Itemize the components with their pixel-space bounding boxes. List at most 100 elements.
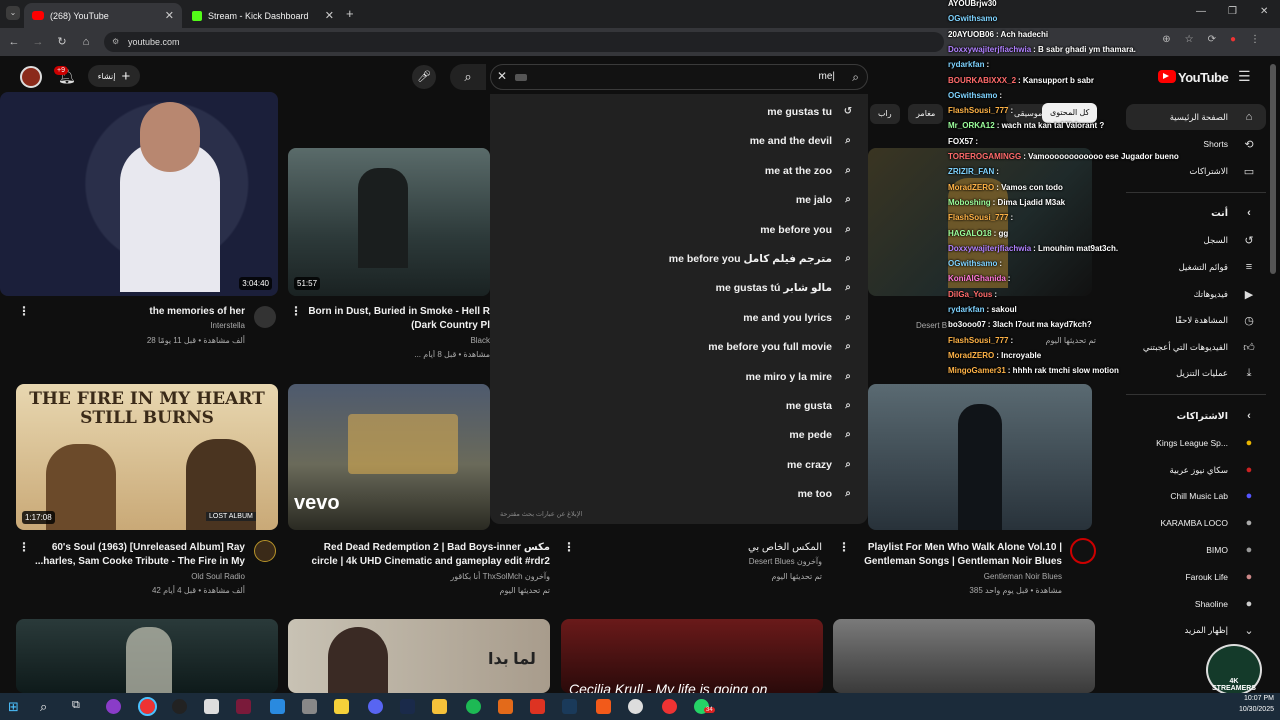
sidebar-item-playlists[interactable]: قوائم التشغيل ≡ (1179, 257, 1256, 277)
taskbar-app-icon[interactable] (562, 699, 577, 714)
video-title[interactable]: المكس الخاص بي (582, 541, 822, 554)
clock-date[interactable]: 10/30/2025 (1224, 706, 1274, 713)
video-thumbnail[interactable]: 3:04:40 (0, 92, 278, 296)
search-suggestion[interactable]: me crazy ⌕ (787, 453, 854, 477)
tab-kick[interactable]: Stream - Kick Dashboard ✕ (184, 3, 342, 28)
search-suggestion[interactable]: me gustas tu ↺ (767, 100, 854, 124)
channel-name[interactable]: أنا بكاقور ThxSolMch وآخرون (292, 572, 550, 581)
channel-avatar[interactable] (254, 306, 276, 328)
search-suggestion[interactable]: me before you full movie ⌕ (708, 335, 854, 359)
video-title[interactable]: 60's Soul (1963) [Unreleased Album] Ray (30, 541, 245, 554)
steam-icon[interactable] (400, 699, 415, 714)
sidebar-show-more[interactable]: إظهار المزيد ⌄ (1185, 620, 1256, 640)
video-thumbnail[interactable]: THE FIRE IN MY HEART STILL BURNS LOST AL… (16, 384, 278, 530)
close-window-icon[interactable]: ✕ (1260, 6, 1268, 17)
search-suggestion[interactable]: me jalo ⌕ (796, 188, 854, 212)
report-suggestions-link[interactable]: الإبلاغ عن عبارات بحث مقترحة (500, 510, 582, 518)
taskbar-app-icon[interactable] (530, 699, 545, 714)
windows-start-icon[interactable]: ⊞ (8, 699, 23, 714)
search-suggestion[interactable]: me and the devil ⌕ (750, 129, 854, 153)
more-options-icon[interactable]: ⋮ (18, 304, 30, 318)
sidebar-sub-item[interactable]: سكاي نيوز عربية ● (1170, 460, 1256, 480)
search-button-icon[interactable]: ⌕ (450, 64, 486, 90)
search-icon[interactable]: ⌕ (852, 70, 859, 85)
chrome-icon[interactable] (662, 699, 677, 714)
video-thumbnail[interactable]: vevo (288, 384, 490, 530)
clock-time[interactable]: 10:07 PM (1224, 695, 1274, 702)
url-field[interactable]: ⚙ youtube.com (104, 32, 944, 52)
chip-all[interactable]: كل المحتوى (1042, 103, 1098, 123)
close-tab-icon[interactable]: ✕ (325, 9, 334, 22)
youtube-logo-text[interactable]: YouTube (1178, 70, 1229, 85)
sidebar-sub-item[interactable]: Kings League Sp... ● (1156, 433, 1256, 453)
more-options-icon[interactable]: ⋮ (290, 304, 302, 318)
channel-name[interactable]: Black (306, 336, 490, 345)
extension-icon[interactable]: ⊕ (1162, 34, 1170, 50)
settings-icon[interactable] (628, 699, 643, 714)
search-suggestion[interactable]: me before you مترجم فيلم كامل ⌕ (669, 247, 854, 271)
clear-search-icon[interactable]: ✕ (497, 69, 507, 83)
reload-icon[interactable]: ↻ (54, 34, 70, 50)
search-suggestion[interactable]: me before you ⌕ (760, 218, 854, 242)
channel-name[interactable]: Desert Blues وآخرون (582, 557, 822, 566)
search-suggestion[interactable]: me pede ⌕ (789, 423, 854, 447)
video-thumbnail[interactable]: 51:57 (288, 148, 490, 296)
search-suggestion[interactable]: me too ⌕ (798, 482, 854, 506)
file-explorer-icon[interactable] (432, 699, 447, 714)
scrollbar-thumb[interactable] (1270, 64, 1276, 274)
search-suggestion[interactable]: me gusta ⌕ (786, 394, 854, 418)
sidebar-section-subscriptions[interactable]: الاشتراكات ‹ (1177, 406, 1256, 426)
chip-filter[interactable]: مغامر (908, 104, 944, 124)
search-suggestion[interactable]: me and you lyrics ⌕ (743, 306, 854, 330)
video-thumbnail[interactable]: لما بدا (288, 619, 550, 693)
tab-list-icon[interactable]: ⌄ (6, 6, 20, 20)
more-options-icon[interactable]: ⋮ (18, 540, 30, 554)
voice-search-icon[interactable]: 🎤︎ (412, 65, 436, 89)
channel-name[interactable]: Interstella (65, 321, 245, 330)
forward-icon[interactable]: → (30, 34, 46, 50)
keyboard-icon[interactable] (515, 74, 527, 81)
extension-icon[interactable]: ⟳ (1208, 34, 1216, 50)
channel-avatar[interactable] (1070, 538, 1096, 564)
new-tab-icon[interactable]: + (346, 6, 354, 21)
video-thumbnail[interactable] (868, 384, 1092, 530)
taskbar-app-icon[interactable] (204, 699, 219, 714)
sidebar-sub-item[interactable]: BIMO ● (1206, 540, 1256, 560)
sidebar-section-you[interactable]: أنت ‹ (1211, 203, 1256, 223)
profile-icon[interactable]: ● (1230, 34, 1236, 50)
create-button[interactable]: إنشاء + (88, 65, 140, 87)
taskbar-app-icon[interactable] (106, 699, 121, 714)
video-thumbnail[interactable] (833, 619, 1095, 693)
video-title[interactable]: Red Dead Redemption 2 | Bad Boys-inner م… (292, 541, 550, 554)
taskbar-app-icon[interactable] (270, 699, 285, 714)
site-info-icon[interactable]: ⚙ (112, 37, 119, 46)
sidebar-item-downloads[interactable]: عمليات التنزيل ⤓ (1176, 363, 1256, 383)
sidebar-item-home[interactable]: الصفحة الرئيسية ⌂ (1170, 107, 1256, 127)
video-thumbnail[interactable]: Cecilia Krull - My life is going on (561, 619, 823, 693)
video-title[interactable]: Born in Dust, Buried in Smoke - Hell R (306, 305, 490, 318)
sidebar-sub-item[interactable]: Farouk Life ● (1185, 567, 1256, 587)
channel-name[interactable]: Gentleman Noir Blues (846, 572, 1062, 581)
sidebar-item-watch-later[interactable]: المشاهدة لاحقًا ◷ (1175, 310, 1256, 330)
video-title-line2[interactable]: Gentleman Songs | Gentleman Noir Blues (846, 555, 1062, 568)
account-avatar[interactable] (20, 66, 42, 88)
sidebar-item-liked[interactable]: الفيديوهات التي أعجبتني 👍︎ (1143, 337, 1256, 357)
discord-icon[interactable] (368, 699, 383, 714)
sidebar-sub-item[interactable]: Shaoline ● (1195, 594, 1256, 614)
video-title-line2[interactable]: (Dark Country Pl (306, 319, 490, 332)
sidebar-sub-item[interactable]: KARAMBA LOCO ● (1160, 513, 1256, 533)
extension-icon[interactable]: ☆ (1185, 34, 1194, 50)
tab-youtube[interactable]: (268) YouTube ✕ (24, 3, 182, 28)
sidebar-item-shorts[interactable]: Shorts ⟲ (1203, 134, 1256, 154)
video-thumbnail[interactable] (16, 619, 278, 693)
search-icon[interactable]: ⌕ (40, 699, 55, 714)
more-options-icon[interactable]: ⋮ (563, 540, 575, 554)
brave-icon[interactable] (596, 699, 611, 714)
taskbar-app-icon[interactable] (236, 699, 251, 714)
close-tab-icon[interactable]: ✕ (165, 9, 174, 22)
folder-icon[interactable] (334, 699, 349, 714)
video-title[interactable]: Playlist For Men Who Walk Alone Vol.10 | (846, 541, 1062, 554)
channel-avatar[interactable] (254, 540, 276, 562)
guide-menu-icon[interactable]: ☰ (1238, 68, 1251, 85)
task-view-icon[interactable]: ⧉ (72, 699, 87, 714)
